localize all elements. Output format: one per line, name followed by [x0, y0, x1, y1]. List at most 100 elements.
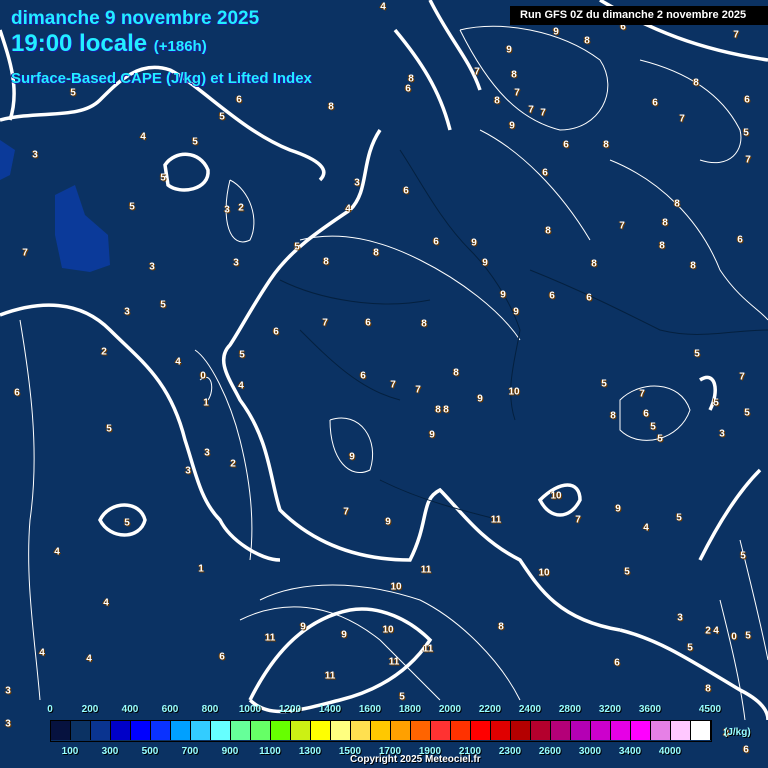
forecast-date: dimanche 9 novembre 2025 [11, 8, 260, 29]
colorbar-swatch [171, 721, 191, 740]
lifted-index-label: 5 [219, 111, 225, 123]
lifted-index-label: 4 [643, 522, 649, 534]
lifted-index-label: 9 [615, 503, 621, 515]
lifted-index-label: 2 [230, 458, 236, 470]
contour-line [98, 503, 147, 537]
colorbar-tick-top: 2800 [558, 704, 582, 715]
contour-line [163, 152, 210, 192]
forecast-offset: (+186h) [153, 38, 207, 55]
lifted-index-label: 8 [494, 95, 500, 107]
colorbar-swatch [571, 721, 591, 740]
colorbar-swatch [631, 721, 651, 740]
lifted-index-label: 6 [405, 83, 411, 95]
colorbar-tick-top: 1400 [318, 704, 342, 715]
lifted-index-label: 5 [399, 691, 405, 703]
lifted-index-label: 6 [563, 139, 569, 151]
colorbar-tick-bottom: 900 [221, 746, 239, 757]
run-info: Run GFS 0Z du dimanche 2 novembre 2025 [510, 6, 768, 25]
lifted-index-label: 4 [140, 131, 146, 143]
lifted-index-label: 6 [273, 326, 279, 338]
colorbar-swatch [291, 721, 311, 740]
colorbar-swatch [551, 721, 571, 740]
colorbar-swatch [131, 721, 151, 740]
lifted-index-label: 7 [575, 514, 581, 526]
lifted-index-label: 5 [740, 550, 746, 562]
colorbar-tick-bottom: 100 [61, 746, 79, 757]
lifted-index-label: 7 [739, 371, 745, 383]
colorbar-tick-bottom: 700 [181, 746, 199, 757]
contour-line [698, 375, 762, 561]
lifted-index-label: 8 [328, 101, 334, 113]
lifted-index-label: 7 [528, 104, 534, 116]
colorbar-tick-top: 1000 [238, 704, 262, 715]
lifted-index-label: 8 [373, 247, 379, 259]
lifted-index-label: 6 [549, 290, 555, 302]
lifted-index-label: 7 [390, 379, 396, 391]
lifted-index-label: 3 [204, 447, 210, 459]
lifted-index-label: 8 [662, 217, 668, 229]
product-title: Surface-Based CAPE (J/kg) et Lifted Inde… [11, 70, 312, 87]
colorbar-tick-top: 2000 [438, 704, 462, 715]
lifted-index-label: 4 [103, 597, 109, 609]
lifted-index-label: 7 [415, 384, 421, 396]
colorbar-swatch [611, 721, 631, 740]
border-line [379, 479, 501, 521]
colorbar-swatch [431, 721, 451, 740]
lifted-index-label: 5 [713, 397, 719, 409]
colorbar-swatch [251, 721, 271, 740]
colorbar-swatch [671, 721, 691, 740]
lifted-index-label: 6 [586, 292, 592, 304]
lifted-index-label: 2 [705, 625, 711, 637]
colorbar-swatch [591, 721, 611, 740]
lifted-index-label: 6 [542, 167, 548, 179]
lifted-index-label: 3 [224, 204, 230, 216]
lifted-index-label: 5 [624, 566, 630, 578]
lifted-index-label: 3 [354, 177, 360, 189]
contour-line [19, 319, 41, 701]
lifted-index-label: 6 [14, 387, 20, 399]
lifted-index-label: 6 [743, 744, 749, 756]
lifted-index-label: 10 [382, 624, 394, 636]
colorbar-swatch [311, 721, 331, 740]
colorbar-swatch [531, 721, 551, 740]
lifted-index-label: 5 [106, 423, 112, 435]
lifted-index-label: 1 [198, 563, 204, 575]
colorbar-swatch [191, 721, 211, 740]
colorbar-tick-top: 3200 [598, 704, 622, 715]
lifted-index-label: 3 [124, 306, 130, 318]
colorbar-tick-top: 1600 [358, 704, 382, 715]
lifted-index-label: 9 [500, 289, 506, 301]
contour-line [299, 235, 521, 341]
colorbar-swatch [51, 721, 71, 740]
colorbar-swatch [331, 721, 351, 740]
lifted-index-label: 3 [149, 261, 155, 273]
border-line [529, 269, 768, 335]
colorbar-tick-top: 1800 [398, 704, 422, 715]
lifted-index-label: 3 [5, 718, 11, 730]
colorbar-swatch [371, 721, 391, 740]
lifted-index-label: 6 [236, 94, 242, 106]
lifted-index-label: 5 [294, 241, 300, 253]
colorbar-tick-top: 0 [47, 704, 53, 715]
lifted-index-label: 2 [238, 202, 244, 214]
colorbar-swatch [71, 721, 91, 740]
lifted-index-label: 7 [474, 66, 480, 78]
colorbar-swatch [391, 721, 411, 740]
lifted-index-label: 5 [687, 642, 693, 654]
colorbar-swatch [451, 721, 471, 740]
lifted-index-label: 8 [323, 256, 329, 268]
colorbar-unit: (J/kg) [724, 727, 751, 738]
contour-line [639, 59, 742, 164]
colorbar-swatch [651, 721, 671, 740]
lifted-index-label: 8 [408, 73, 414, 85]
lifted-index-label: 6 [360, 370, 366, 382]
lifted-index-label: 9 [482, 257, 488, 269]
colorbar-tick-bottom: 1300 [298, 746, 322, 757]
colorbar-tick-top: 200 [81, 704, 99, 715]
lifted-index-label: 5 [601, 378, 607, 390]
lifted-index-label: 5 [745, 630, 751, 642]
lifted-index-label: 8 [511, 69, 517, 81]
colorbar-tick-top: 400 [121, 704, 139, 715]
lifted-index-label: 3 [32, 149, 38, 161]
lifted-index-label: 4 [238, 380, 244, 392]
